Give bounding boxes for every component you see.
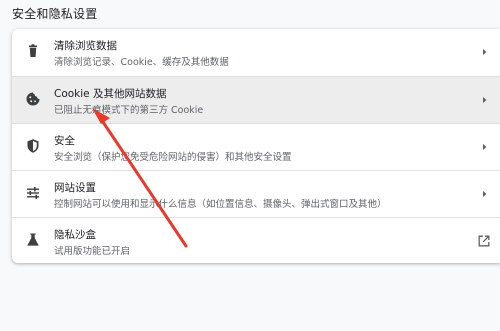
chevron-right-icon xyxy=(483,191,487,197)
privacy-sandbox-label: 隐私沙盒 xyxy=(54,229,96,241)
site-settings-row[interactable]: 网站设置 控制网站可以使用和显示什么信息（如位置信息、摄像头、弹出式窗口及其他） xyxy=(12,170,500,217)
flask-icon xyxy=(27,233,39,246)
privacy-sandbox-row[interactable]: 隐私沙盒 试用版功能已开启 xyxy=(12,217,500,263)
clear-browsing-data-desc: 清除浏览记录、Cookie、缓存及其他数据 xyxy=(54,57,229,68)
chevron-right-icon xyxy=(483,49,487,55)
security-row[interactable]: 安全 安全浏览（保护您免受危险网站的侵害）和其他安全设置 xyxy=(12,123,500,170)
sliders-icon xyxy=(27,187,39,199)
clear-browsing-data-row[interactable]: 清除浏览数据 清除浏览记录、Cookie、缓存及其他数据 xyxy=(12,29,500,76)
cookies-label: Cookie 及其他网站数据 xyxy=(54,88,167,100)
chevron-right-icon xyxy=(483,144,487,150)
site-settings-desc: 控制网站可以使用和显示什么信息（如位置信息、摄像头、弹出式窗口及其他） xyxy=(54,199,387,210)
clear-browsing-data-label: 清除浏览数据 xyxy=(54,40,117,52)
site-settings-label: 网站设置 xyxy=(54,182,96,194)
shield-icon xyxy=(27,139,39,153)
chevron-right-icon xyxy=(483,97,487,103)
privacy-settings-card: 清除浏览数据 清除浏览记录、Cookie、缓存及其他数据 Cookie 及其他网… xyxy=(12,29,500,263)
trash-icon xyxy=(29,44,37,57)
cookies-row[interactable]: Cookie 及其他网站数据 已阻止无痕模式下的第三方 Cookie xyxy=(12,76,500,123)
security-label: 安全 xyxy=(54,135,75,147)
cookies-desc: 已阻止无痕模式下的第三方 Cookie xyxy=(54,105,204,116)
section-title: 安全和隐私设置 xyxy=(12,7,98,21)
security-desc: 安全浏览（保护您免受危险网站的侵害）和其他安全设置 xyxy=(54,152,292,163)
settings-page: 安全和隐私设置 清除浏览数据 清除浏览记录、Cookie、缓存及其他数据 Coo… xyxy=(0,0,500,331)
privacy-sandbox-desc: 试用版功能已开启 xyxy=(54,246,131,257)
external-link-icon xyxy=(478,235,490,247)
cookie-icon xyxy=(26,92,40,106)
